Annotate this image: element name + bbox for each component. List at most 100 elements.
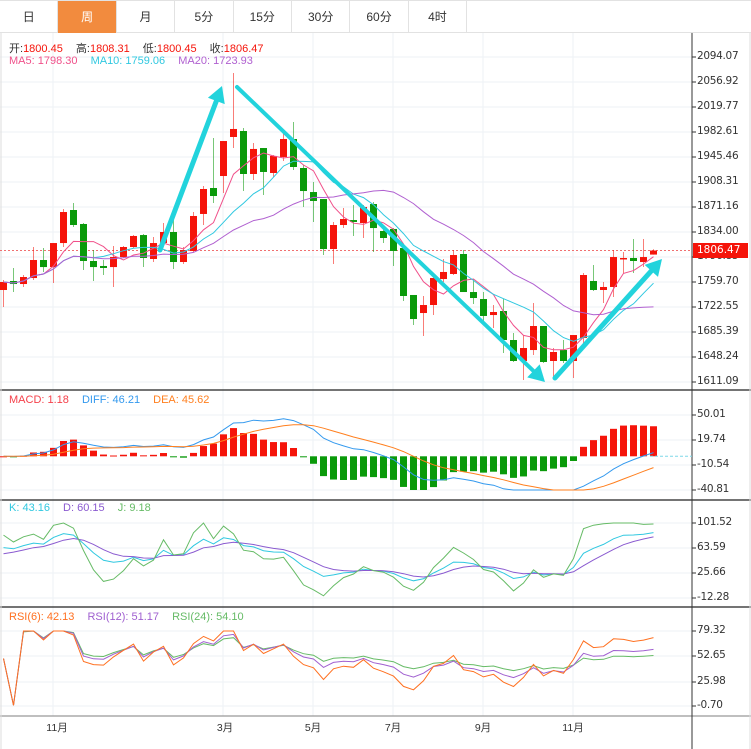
candle-body <box>230 128 237 137</box>
macd-bar <box>80 445 87 457</box>
candle <box>200 185 207 226</box>
macd-bar <box>250 433 257 457</box>
candle <box>130 235 137 249</box>
candle <box>190 212 197 252</box>
price-tick-label: 1722.55 <box>697 300 739 312</box>
macd-bar <box>110 455 117 457</box>
candle-body <box>200 189 207 214</box>
macd-bar <box>320 456 327 477</box>
candle <box>120 245 127 258</box>
macd-bar <box>430 456 437 488</box>
candle-body <box>620 257 627 260</box>
candle <box>620 251 627 273</box>
candle <box>450 250 457 276</box>
candle <box>180 247 187 265</box>
arrow-shaft <box>235 85 536 373</box>
candle-body <box>90 261 97 268</box>
macd-bar <box>460 456 467 472</box>
ma5-line <box>3 152 654 351</box>
macd-bar <box>180 456 187 458</box>
candle-body <box>610 257 617 287</box>
recovery-arrow-icon <box>552 259 662 381</box>
rsi-legend: RSI(6): 42.13 RSI(12): 51.17 RSI(24): 54… <box>9 611 254 623</box>
j-value: J: 9.18 <box>117 502 151 514</box>
candle <box>430 277 437 316</box>
candle-body <box>260 148 267 172</box>
ma20-value: MA20: 1723.93 <box>178 55 253 67</box>
candle <box>560 340 567 364</box>
candle <box>420 295 427 337</box>
candle-body <box>550 351 557 361</box>
candle <box>330 221 337 265</box>
ma20-line <box>3 189 654 316</box>
candle-body <box>210 187 217 197</box>
macd-tick-label: -10.54 <box>697 458 730 470</box>
candle-body <box>340 219 347 226</box>
macd-bar <box>90 450 97 457</box>
candle-body <box>0 281 7 291</box>
close-label: 收: <box>209 43 224 55</box>
macd-bar <box>620 425 627 457</box>
macd-bar <box>260 439 267 457</box>
arrow-shaft <box>157 98 219 253</box>
candle-body <box>590 280 597 291</box>
dea-value: DEA: 45.62 <box>153 394 210 406</box>
macd-bar <box>380 456 387 479</box>
candle <box>610 250 617 298</box>
rsi24-value: RSI(24): 54.10 <box>172 611 244 623</box>
candle-body <box>270 155 277 173</box>
candle-body <box>140 235 147 258</box>
high-value: 1808.31 <box>89 43 130 55</box>
candle-body <box>410 294 417 320</box>
diff-value: DIFF: 46.21 <box>81 394 141 406</box>
candle <box>410 294 417 325</box>
candle <box>250 142 257 180</box>
ma5-value: MA5: 1798.30 <box>9 55 78 67</box>
macd-bar <box>300 456 307 458</box>
candle <box>490 305 497 329</box>
candle <box>350 205 357 236</box>
candle <box>320 199 327 256</box>
macd-bar <box>550 456 557 469</box>
macd-bar <box>190 452 197 457</box>
candle-body <box>80 223 87 262</box>
macd-bar <box>600 435 607 457</box>
macd-bar <box>370 456 377 478</box>
price-tick-label: 1685.39 <box>697 325 739 337</box>
ma10-line <box>3 160 654 342</box>
price-tick-label: 2056.92 <box>697 75 739 87</box>
candle <box>650 249 657 255</box>
rsi-tick-label: -0.70 <box>697 699 723 711</box>
kdj-tick-label: 63.59 <box>697 541 726 553</box>
macd-bar <box>200 446 207 457</box>
candle-body <box>440 271 447 280</box>
rsi-tick-label: 79.32 <box>697 624 726 636</box>
open-value: 1800.45 <box>23 43 63 55</box>
macd-bar <box>630 425 637 457</box>
candle-body <box>490 312 497 316</box>
x-axis-label: 11月 <box>562 722 584 734</box>
chart-canvas[interactable] <box>0 0 751 749</box>
candle <box>640 239 647 268</box>
candle-body <box>150 243 157 259</box>
candle <box>140 234 147 268</box>
candle-body <box>40 259 47 268</box>
candle-body <box>130 235 137 248</box>
candle-body <box>600 286 607 291</box>
candle <box>90 250 97 281</box>
candle-body <box>310 192 317 201</box>
price-tick-label: 1759.70 <box>697 275 739 287</box>
candle-body <box>60 212 67 244</box>
candle-body <box>120 247 127 258</box>
macd-bar <box>500 456 507 475</box>
candle <box>370 201 377 252</box>
macd-bar <box>210 443 217 457</box>
macd-tick-label: 50.01 <box>697 408 726 420</box>
macd-bar <box>400 456 407 487</box>
x-axis-label: 3月 <box>216 722 234 734</box>
macd-bar <box>230 428 237 457</box>
candle-body <box>630 257 637 262</box>
rsi24-line <box>3 630 654 706</box>
macd-tick-label: -40.81 <box>697 483 730 495</box>
candle <box>400 248 407 302</box>
